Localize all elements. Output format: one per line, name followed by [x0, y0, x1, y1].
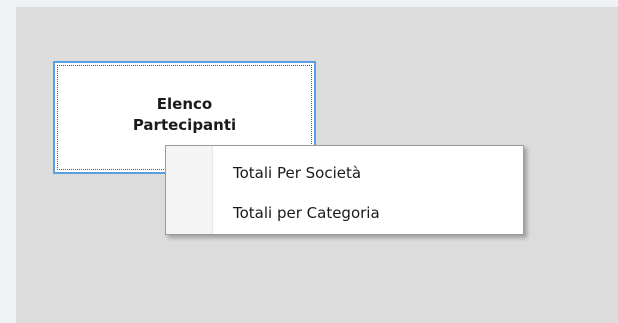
elenco-partecipanti-label: Elenco Partecipanti	[132, 95, 237, 134]
menu-item-label: Totali Per Società	[233, 164, 362, 182]
menu-item-totali-per-categoria[interactable]: Totali per Categoria	[166, 195, 523, 231]
menu-item-label: Totali per Categoria	[233, 204, 380, 222]
menu-item-totali-per-societa[interactable]: Totali Per Società	[166, 155, 523, 191]
context-menu: Totali Per Società Totali per Categoria	[165, 145, 524, 235]
